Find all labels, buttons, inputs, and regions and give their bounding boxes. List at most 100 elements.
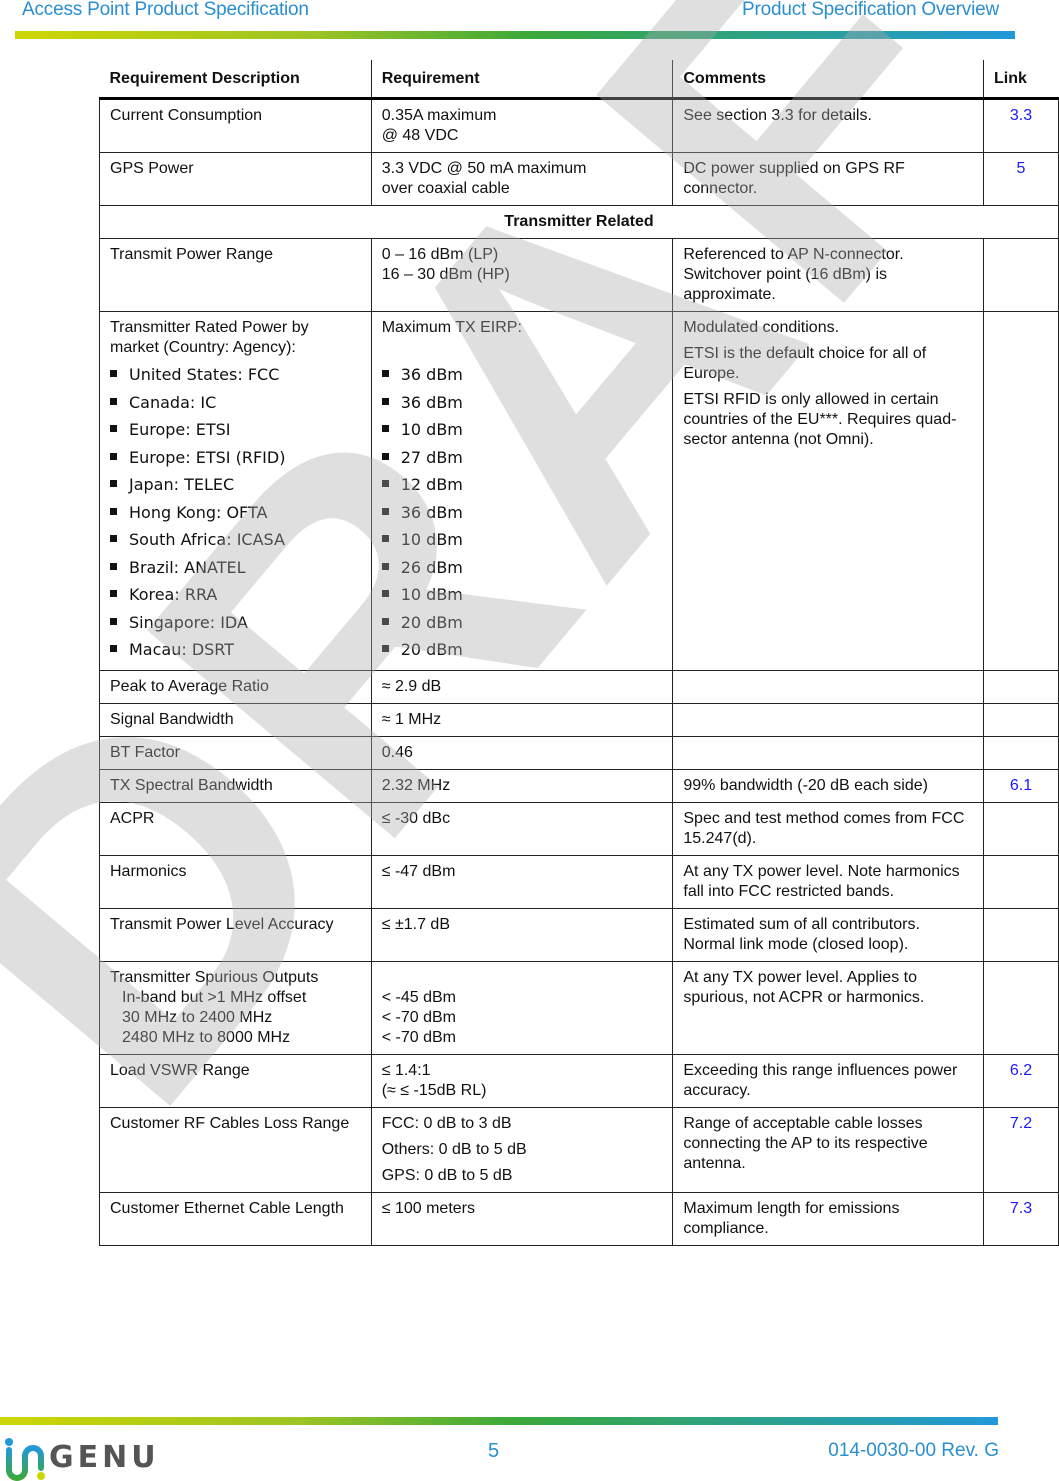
eirp-value: 36 dBm	[400, 392, 463, 412]
eirp-list: 36 dBm 36 dBm 10 dBm 27 dBm 12 dBm 36 dBm 10 d…	[381, 361, 663, 664]
row-comment	[672, 702, 985, 737]
table-row: Peak to Average Ratio ≈ 2.9 dB	[99, 669, 1059, 704]
eirp-value: 10 dBm	[400, 530, 463, 549]
bullet-square-icon	[381, 535, 389, 542]
footer-gradient-divider	[0, 1417, 998, 1425]
requirement-line: 0 – 16 dBm (LP)	[381, 246, 499, 263]
market-label: United States: FCC	[129, 365, 280, 384]
row-description: Customer Ethernet Cable Length	[99, 1191, 372, 1246]
eirp-value: 27 dBm	[400, 447, 463, 467]
market-item: United States: FCC	[110, 361, 361, 389]
market-label: Singapore: IDA	[129, 612, 248, 632]
row-description: Signal Bandwidth	[99, 702, 372, 737]
market-item: South Africa: ICASA	[110, 526, 361, 554]
row-comment: Spec and test method comes from FCC 15.2…	[672, 801, 985, 856]
bullet-square-icon	[110, 452, 117, 460]
eirp-item: 10 dBm	[381, 416, 663, 444]
section-link[interactable]: 5	[983, 152, 1059, 206]
row-comment: Modulated conditions. ETSI is the defaul…	[672, 311, 985, 671]
bullet-square-icon	[381, 645, 389, 652]
market-item: Japan: TELEC	[110, 471, 361, 499]
bullet-square-icon	[110, 617, 117, 625]
eirp-value: 20 dBm	[400, 612, 463, 632]
section-link[interactable]: 6.1	[983, 768, 1059, 803]
bullet-square-icon	[381, 397, 389, 405]
footer-page-number: 5	[488, 1440, 500, 1462]
bullet-square-icon	[110, 425, 117, 432]
row-comment: Exceeding this range influences power ac…	[672, 1053, 985, 1108]
row-description: Current Consumption	[99, 98, 372, 153]
row-description: Transmit Power Range	[99, 238, 372, 312]
eirp-item: 20 dBm	[381, 609, 663, 637]
market-label: Korea: RRA	[129, 585, 218, 604]
requirement-line: Others: 0 dB to 5 dB	[381, 1140, 527, 1158]
section-link	[983, 801, 1059, 856]
row-comment: DC power supplied on GPS RF connector.	[672, 152, 985, 206]
section-link[interactable]: 3.3	[983, 98, 1059, 153]
requirement-line: < -70 dBm	[381, 1028, 456, 1046]
eirp-value: 36 dBm	[400, 365, 463, 384]
eirp-value: 20 dBm	[400, 640, 463, 659]
table-row: Current Consumption 0.35A maximum @ 48 V…	[99, 98, 1059, 153]
bullet-square-icon	[381, 452, 389, 460]
row-requirement: FCC: 0 dB to 3 dB Others: 0 dB to 5 dB G…	[370, 1106, 674, 1193]
requirement-line: < -45 dBm	[381, 988, 456, 1006]
bullet-square-icon	[381, 425, 389, 432]
row-description: TX Spectral Bandwidth	[99, 768, 372, 803]
spurious-title: Transmitter Spurious Outputs	[110, 968, 319, 986]
row-comment: Referenced to AP N-connector. Switchover…	[672, 238, 985, 312]
row-requirement: < -45 dBm < -70 dBm < -70 dBm	[370, 960, 674, 1055]
section-link[interactable]: 7.2	[983, 1106, 1059, 1193]
requirement-line: < -70 dBm	[381, 1008, 456, 1026]
market-list: United States: FCC Canada: IC Europe: ETSI…	[110, 361, 361, 664]
eirp-item: 10 dBm	[381, 526, 663, 554]
bullet-square-icon	[381, 590, 389, 597]
bullet-square-icon	[381, 507, 389, 515]
section-link[interactable]: 7.3	[983, 1191, 1059, 1246]
market-item: Macau: DSRT	[110, 636, 361, 664]
row-description: ACPR	[99, 801, 372, 856]
section-link	[983, 669, 1059, 704]
row-comment: See section 3.3 for details.	[672, 98, 985, 153]
row-description: Transmit Power Level Accuracy	[99, 907, 372, 962]
market-item: Europe: ETSI (RFID)	[110, 444, 361, 472]
row-description: BT Factor	[99, 735, 372, 770]
eirp-item: 20 dBm	[381, 636, 663, 664]
eirp-item: 26 dBm	[381, 554, 663, 582]
market-item: Korea: RRA	[110, 581, 361, 609]
market-item: Singapore: IDA	[110, 609, 361, 637]
row-requirement: 0 – 16 dBm (LP) 16 – 30 dBm (HP)	[370, 238, 674, 312]
header-document-title: Access Point Product Specification	[22, 0, 309, 20]
row-description: Transmitter Spurious Outputs In-band but…	[99, 960, 372, 1055]
row-requirement: ≤ -47 dBm	[370, 854, 674, 909]
bullet-square-icon	[381, 480, 389, 487]
section-link	[983, 702, 1059, 737]
section-link[interactable]: 6.2	[983, 1053, 1059, 1108]
eirp-value: 10 dBm	[400, 585, 463, 604]
row-requirement: 0.35A maximum @ 48 VDC	[370, 98, 674, 153]
eirp-value: 36 dBm	[400, 502, 463, 522]
row-requirement: 0.46	[370, 735, 674, 770]
table-row: GPS Power 3.3 VDC @ 50 mA maximum over c…	[99, 152, 1059, 206]
column-header-requirement: Requirement	[371, 60, 674, 100]
simple-rows: Peak to Average Ratio ≈ 2.9 dB Signal Band…	[99, 669, 1059, 962]
bullet-square-icon	[381, 617, 389, 625]
row-requirement: ≤ 1.4:1 (≈ ≤ -15dB RL)	[370, 1053, 674, 1108]
table-row: Customer Ethernet Cable Length ≤ 100 met…	[99, 1191, 1059, 1246]
row-requirement: Maximum TX EIRP: 36 dBm 36 dBm 10 dBm 27 dB…	[370, 311, 674, 671]
section-link	[983, 854, 1059, 909]
bullet-square-icon	[110, 370, 117, 377]
table-row: Transmitter Rated Power by market (Count…	[99, 311, 1059, 671]
table-row: Customer RF Cables Loss Range FCC: 0 dB …	[99, 1106, 1059, 1193]
row-comment	[672, 669, 985, 704]
table-row: Transmit Power Range 0 – 16 dBm (LP) 16 …	[99, 238, 1059, 312]
row-comment: At any TX power level. Note harmonics fa…	[672, 854, 985, 909]
column-header-description: Requirement Description	[99, 60, 372, 100]
spurious-sub: 2480 MHz to 8000 MHz	[122, 1028, 291, 1046]
table-row: BT Factor 0.46	[99, 735, 1059, 770]
table-row: TX Spectral Bandwidth 2.32 MHz 99% bandwid…	[99, 768, 1059, 803]
eirp-title: Maximum TX EIRP:	[381, 319, 522, 336]
market-item: Hong Kong: OFTA	[110, 499, 361, 527]
requirement-line: ≤ 1.4:1	[381, 1061, 431, 1079]
market-item: Europe: ETSI	[110, 416, 361, 444]
